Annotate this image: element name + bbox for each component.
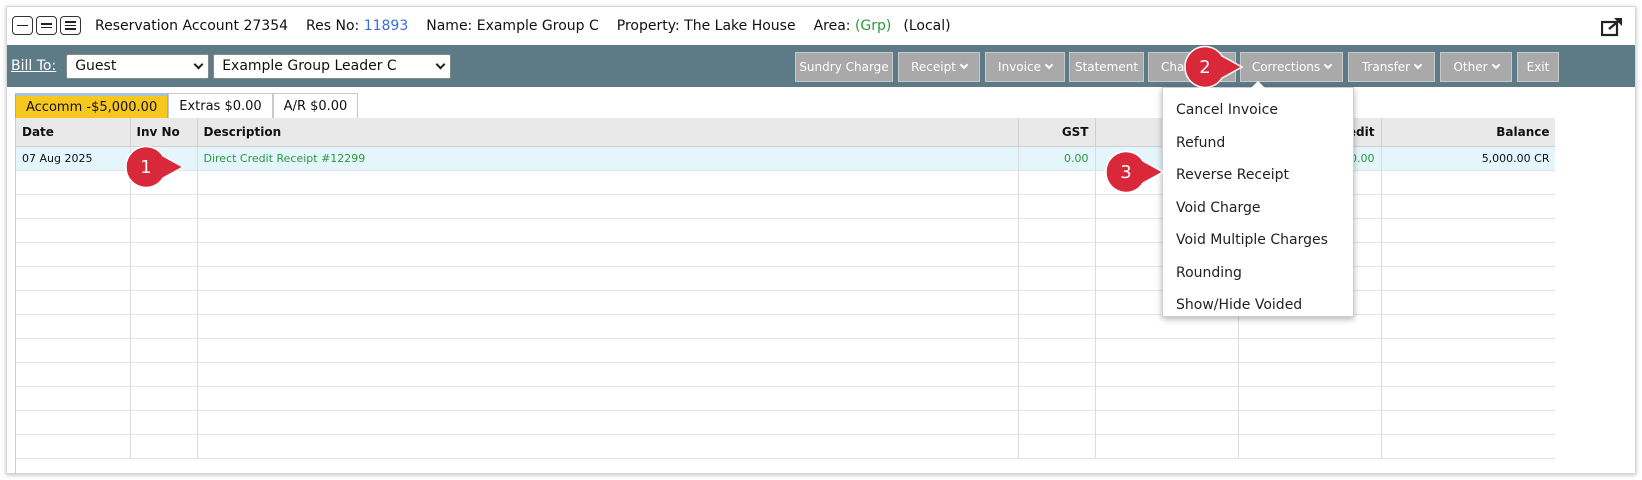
- chevron-down-icon: [959, 60, 969, 70]
- transfer-button[interactable]: Transfer: [1348, 52, 1435, 82]
- guest-select[interactable]: Example Group Leader C: [213, 53, 452, 79]
- res-no: Res No: 11893: [306, 18, 408, 34]
- property-name: Property: The Lake House: [616, 17, 796, 34]
- col-description[interactable]: Description: [197, 118, 1019, 147]
- menu-item-show-hide-voided[interactable]: Show/Hide Voided: [1163, 289, 1353, 322]
- bill-to-select[interactable]: Guest: [66, 53, 210, 79]
- chevron-down-icon: [1491, 60, 1500, 70]
- tab-accomm[interactable]: Accomm -$5,000.00: [15, 93, 169, 118]
- exit-label: Exit: [1526, 60, 1550, 74]
- menu-item-rounding[interactable]: Rounding: [1163, 257, 1353, 290]
- table-row: [16, 434, 1555, 459]
- table-row: [16, 362, 1555, 387]
- chevron-down-icon: [435, 59, 446, 69]
- row-date: 07 Aug 2025: [16, 146, 131, 171]
- invoice-button[interactable]: Invoice: [985, 52, 1065, 82]
- statement-button[interactable]: Statement: [1069, 52, 1144, 82]
- bill-to-select-value: Guest: [75, 58, 117, 74]
- toolbar: Bill To: Guest Example Group Leader C Su…: [7, 45, 1635, 87]
- area-label: Area:: [813, 17, 851, 34]
- receipt-label: Receipt: [911, 60, 956, 74]
- menu-icon[interactable]: [60, 16, 81, 35]
- guest-select-value: Example Group Leader C: [222, 58, 397, 74]
- sundry-charge-button[interactable]: Sundry Charge: [795, 52, 893, 82]
- row-gst: 0.00: [1018, 146, 1096, 171]
- area: Area: (Grp): [814, 18, 892, 34]
- chevron-down-icon: [193, 59, 204, 69]
- col-date[interactable]: Date: [16, 118, 131, 147]
- reservation-account-window: Reservation Account 27354 Res No: 11893 …: [6, 6, 1636, 475]
- area-group-link[interactable]: (Grp): [855, 18, 891, 34]
- title-bar: Reservation Account 27354 Res No: 11893 …: [7, 7, 1635, 44]
- other-label: Other: [1453, 60, 1488, 74]
- minimize-icon[interactable]: [12, 16, 33, 35]
- row-description[interactable]: Direct Credit Receipt #12299: [197, 146, 1019, 171]
- step-callout-2-label: 2: [1199, 57, 1210, 78]
- tab-ar[interactable]: A/R $0.00: [272, 93, 359, 118]
- area-local: (Local): [903, 17, 951, 34]
- chevron-down-icon: [1323, 60, 1333, 70]
- step-callout-1-label: 1: [140, 157, 151, 178]
- table-row: [16, 386, 1555, 411]
- step-callout-1: 1: [125, 145, 185, 189]
- menu-item-cancel-invoice[interactable]: Cancel Invoice: [1163, 94, 1353, 127]
- menu-item-refund[interactable]: Refund: [1163, 127, 1353, 160]
- corrections-button[interactable]: Corrections: [1240, 52, 1343, 82]
- receipt-button[interactable]: Receipt: [898, 52, 980, 82]
- exit-button[interactable]: Exit: [1517, 52, 1559, 82]
- sundry-charge-label: Sundry Charge: [799, 60, 889, 74]
- restore-icon[interactable]: [36, 16, 57, 35]
- transfer-label: Transfer: [1361, 60, 1411, 74]
- menu-item-void-multiple-charges[interactable]: Void Multiple Charges: [1163, 224, 1353, 257]
- account-title: Reservation Account 27354: [95, 17, 289, 34]
- res-no-label: Res No:: [306, 17, 360, 34]
- tab-extras[interactable]: Extras $0.00: [168, 93, 273, 118]
- col-balance[interactable]: Balance: [1381, 118, 1555, 147]
- step-callout-3-label: 3: [1120, 162, 1131, 183]
- res-no-link[interactable]: 11893: [364, 18, 409, 34]
- popout-icon[interactable]: [1601, 17, 1623, 37]
- chevron-down-icon: [1413, 60, 1423, 70]
- table-row: [16, 410, 1555, 435]
- guest-name: Name: Example Group C: [426, 17, 599, 34]
- table-row: [16, 338, 1555, 363]
- bill-to-link[interactable]: Bill To:: [11, 58, 56, 74]
- corrections-label: Corrections: [1251, 60, 1321, 74]
- other-button[interactable]: Other: [1440, 52, 1512, 82]
- col-inv-no[interactable]: Inv No: [130, 118, 198, 147]
- corrections-menu: Cancel Invoice Refund Reverse Receipt Vo…: [1162, 81, 1354, 317]
- statement-label: Statement: [1074, 60, 1139, 74]
- step-callout-2: 2: [1184, 45, 1244, 89]
- menu-item-reverse-receipt[interactable]: Reverse Receipt: [1163, 159, 1353, 192]
- menu-item-void-charge[interactable]: Void Charge: [1163, 192, 1353, 225]
- invoice-label: Invoice: [998, 60, 1041, 74]
- row-balance: 5,000.00 CR: [1381, 146, 1555, 171]
- window-controls: [12, 16, 81, 35]
- chevron-down-icon: [1044, 60, 1054, 70]
- step-callout-3: 3: [1105, 150, 1165, 194]
- account-tabs: Accomm -$5,000.00 Extras $0.00 A/R $0.00: [15, 93, 359, 118]
- col-gst[interactable]: GST: [1018, 118, 1096, 147]
